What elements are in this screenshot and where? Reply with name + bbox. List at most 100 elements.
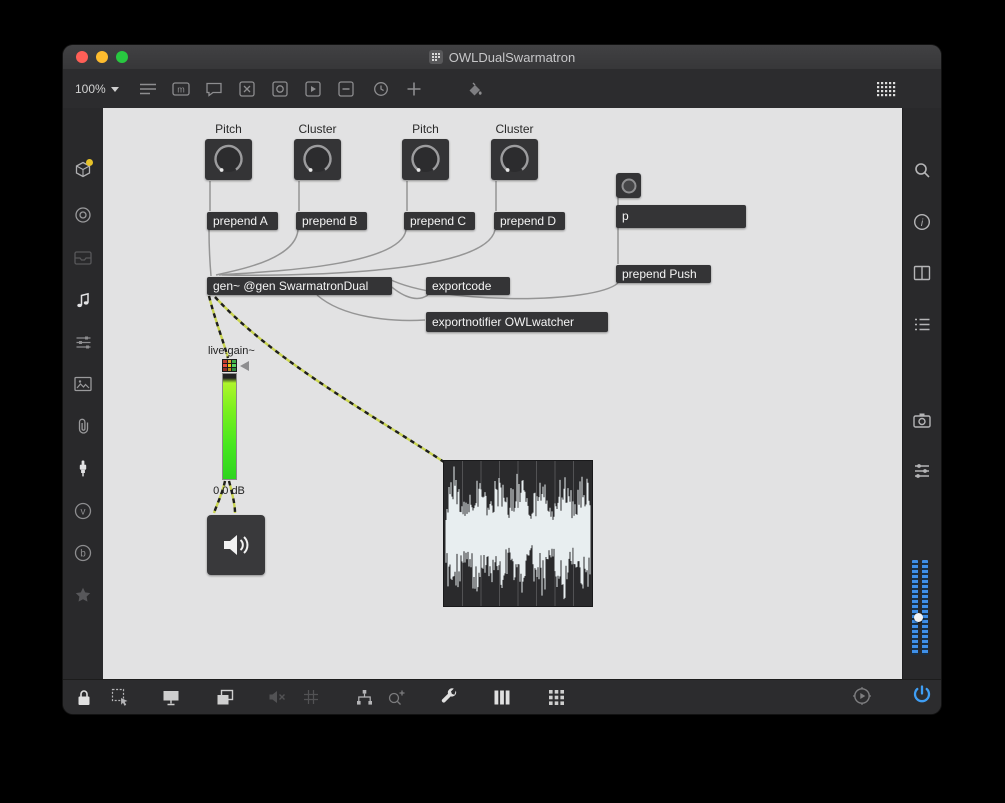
prepend-b-object[interactable]: prepend B bbox=[296, 212, 367, 230]
patcher-doc-icon bbox=[428, 50, 443, 64]
transport-play-icon[interactable] bbox=[851, 685, 873, 707]
zoom-control[interactable]: 100% bbox=[75, 82, 119, 96]
live-gain-slider[interactable] bbox=[222, 373, 237, 480]
wrench-icon[interactable] bbox=[439, 686, 461, 708]
audio-output-object[interactable] bbox=[207, 515, 265, 575]
filters-icon[interactable] bbox=[911, 460, 933, 482]
zoom-caret-icon bbox=[110, 86, 119, 92]
comment-cluster-1[interactable]: Cluster bbox=[294, 122, 341, 136]
toggle-object[interactable] bbox=[616, 173, 641, 198]
attachments-icon[interactable] bbox=[72, 415, 94, 437]
window-title: OWLDualSwarmatron bbox=[448, 49, 576, 65]
knob-arc bbox=[303, 144, 332, 174]
vimeo-icon[interactable]: v bbox=[72, 500, 94, 522]
pitch-knob-1[interactable] bbox=[205, 139, 252, 180]
prepend-d-object[interactable]: prepend D bbox=[494, 212, 565, 230]
scope-display bbox=[445, 461, 591, 606]
gen-object[interactable]: gen~ @gen SwarmatronDual bbox=[207, 277, 392, 295]
playbar-box-icon[interactable] bbox=[302, 78, 324, 100]
prepend-c-object[interactable]: prepend C bbox=[404, 212, 475, 230]
output-level-meter-left bbox=[912, 560, 918, 655]
max-object-icon[interactable]: m bbox=[170, 78, 192, 100]
lock-icon[interactable] bbox=[73, 686, 95, 708]
svg-text:i: i bbox=[921, 218, 924, 229]
output-level-meter-right bbox=[922, 560, 928, 655]
comment-cluster-2[interactable]: Cluster bbox=[491, 122, 538, 136]
gain-triangle-icon[interactable] bbox=[240, 361, 249, 371]
notification-badge bbox=[86, 159, 93, 166]
patch-cord[interactable] bbox=[208, 229, 212, 277]
p-subpatcher-object[interactable]: p bbox=[616, 205, 746, 228]
selection-icon[interactable] bbox=[109, 686, 131, 708]
signal-cord[interactable] bbox=[214, 296, 445, 464]
images-icon[interactable] bbox=[72, 373, 94, 395]
patch-cord[interactable] bbox=[316, 294, 426, 322]
bandcamp-icon[interactable]: b bbox=[72, 542, 94, 564]
svg-text:m: m bbox=[177, 85, 185, 95]
svg-text:b: b bbox=[80, 548, 86, 559]
toggle-circle-icon bbox=[621, 178, 636, 193]
layers-icon[interactable] bbox=[214, 686, 236, 708]
grid-snap-icon[interactable] bbox=[300, 686, 322, 708]
presentation-icon[interactable] bbox=[160, 686, 182, 708]
drawer-icon[interactable] bbox=[72, 247, 94, 269]
cluster-knob-2[interactable] bbox=[491, 139, 538, 180]
knob-arc bbox=[411, 144, 440, 174]
keyboard-piano-icon[interactable] bbox=[491, 686, 513, 708]
zoom-level: 100% bbox=[75, 82, 106, 96]
minus-box-icon[interactable] bbox=[335, 78, 357, 100]
target-icon[interactable] bbox=[72, 204, 94, 226]
comment-pitch-2[interactable]: Pitch bbox=[402, 122, 449, 136]
mixer-icon[interactable] bbox=[72, 331, 94, 353]
snippets-icon[interactable] bbox=[385, 686, 407, 708]
keypad-grid-icon[interactable] bbox=[545, 686, 567, 708]
grid-browser-icon[interactable] bbox=[875, 78, 897, 100]
audio-power-icon[interactable] bbox=[910, 684, 932, 706]
bottom-toolbar bbox=[63, 679, 941, 714]
top-toolbar: 100% m bbox=[63, 69, 941, 109]
prepend-push-object[interactable]: prepend Push bbox=[616, 265, 711, 283]
svg-text:v: v bbox=[81, 506, 86, 517]
gain-value: 0.0 dB bbox=[213, 485, 245, 497]
audio-note-icon[interactable] bbox=[72, 289, 94, 311]
patch-cord[interactable] bbox=[218, 229, 407, 276]
console-list-icon[interactable] bbox=[911, 313, 933, 335]
circle-box-icon[interactable] bbox=[269, 78, 291, 100]
comment-pitch-1[interactable]: Pitch bbox=[205, 122, 252, 136]
plug-icon[interactable] bbox=[72, 457, 94, 479]
cluster-knob-1[interactable] bbox=[294, 139, 341, 180]
patcher-list-icon[interactable] bbox=[137, 78, 159, 100]
paint-bucket-icon[interactable] bbox=[464, 78, 486, 100]
snapshot-camera-icon[interactable] bbox=[911, 409, 933, 431]
window-title-group: OWLDualSwarmatron bbox=[63, 45, 941, 69]
add-object-icon[interactable] bbox=[403, 78, 425, 100]
audio-mute-icon[interactable] bbox=[266, 686, 288, 708]
knob-arc bbox=[214, 144, 243, 174]
patcher-window: OWLDualSwarmatron 100% m v b Pitch Clust… bbox=[63, 45, 941, 714]
comment-icon[interactable] bbox=[203, 78, 225, 100]
hierarchy-icon[interactable] bbox=[353, 686, 375, 708]
exportnotifier-object[interactable]: exportnotifier OWLwatcher bbox=[426, 312, 608, 332]
scope-object[interactable] bbox=[443, 460, 593, 607]
master-volume-slider[interactable] bbox=[914, 613, 923, 622]
favorites-star-icon[interactable] bbox=[72, 584, 94, 606]
signal-cord[interactable] bbox=[214, 296, 445, 464]
pitch-knob-2[interactable] bbox=[402, 139, 449, 180]
exportcode-object[interactable]: exportcode bbox=[426, 277, 510, 295]
patcher-canvas[interactable]: Pitch Cluster Pitch Cluster prepend A pr… bbox=[103, 108, 903, 680]
clock-icon[interactable] bbox=[370, 78, 392, 100]
prepend-a-object[interactable]: prepend A bbox=[207, 212, 278, 230]
patch-cord[interactable] bbox=[221, 229, 496, 276]
speaker-icon bbox=[224, 535, 249, 555]
packages-icon[interactable] bbox=[72, 159, 94, 181]
reference-icon[interactable] bbox=[911, 262, 933, 284]
left-sidebar: v b bbox=[63, 108, 104, 680]
live-gain-label[interactable]: live.gain~ bbox=[208, 345, 255, 357]
patch-cord[interactable] bbox=[215, 229, 299, 276]
gain-clip-leds bbox=[222, 359, 237, 372]
x-box-icon[interactable] bbox=[236, 78, 258, 100]
right-sidebar: i bbox=[902, 108, 941, 680]
search-icon[interactable] bbox=[911, 159, 933, 181]
info-icon[interactable]: i bbox=[911, 211, 933, 233]
titlebar[interactable]: OWLDualSwarmatron bbox=[63, 45, 941, 70]
